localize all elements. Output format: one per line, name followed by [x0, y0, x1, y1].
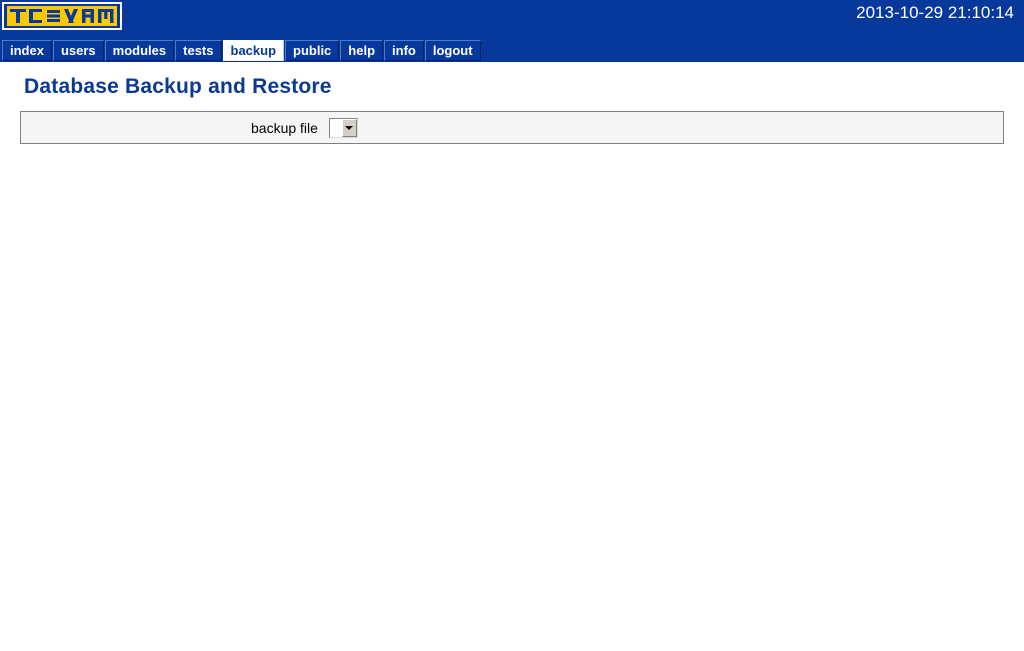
- backup-file-select-value: [329, 118, 342, 137]
- nav-tab-info[interactable]: info: [384, 40, 424, 61]
- nav-tab-index[interactable]: index: [2, 40, 52, 61]
- nav-tab-public[interactable]: public: [285, 40, 340, 61]
- nav-tab-help[interactable]: help: [340, 40, 384, 61]
- tcexam-logo[interactable]: [2, 2, 122, 30]
- backup-file-select[interactable]: [328, 117, 358, 138]
- main-navigation: index users modules tests backup public …: [2, 40, 482, 61]
- nav-tab-logout[interactable]: logout: [424, 40, 481, 61]
- page-header: 2013-10-29 21:10:14 index users modules …: [0, 0, 1024, 62]
- header-datetime: 2013-10-29 21:10:14: [856, 3, 1014, 22]
- page-title: Database Backup and Restore: [24, 75, 332, 98]
- backup-file-label: backup file: [251, 119, 318, 136]
- tcexam-logo-icon: [7, 6, 117, 26]
- nav-tab-backup[interactable]: backup: [222, 40, 285, 61]
- nav-tab-tests[interactable]: tests: [175, 40, 222, 61]
- chevron-down-icon[interactable]: [341, 118, 357, 137]
- backup-file-row: backup file: [251, 117, 358, 138]
- chevron-down-glyph: [345, 125, 354, 130]
- main-content: Database Backup and Restore backup file: [0, 62, 1024, 144]
- nav-tab-users[interactable]: users: [52, 40, 104, 61]
- nav-tab-modules[interactable]: modules: [104, 40, 175, 61]
- backup-form-panel: backup file: [20, 111, 1004, 144]
